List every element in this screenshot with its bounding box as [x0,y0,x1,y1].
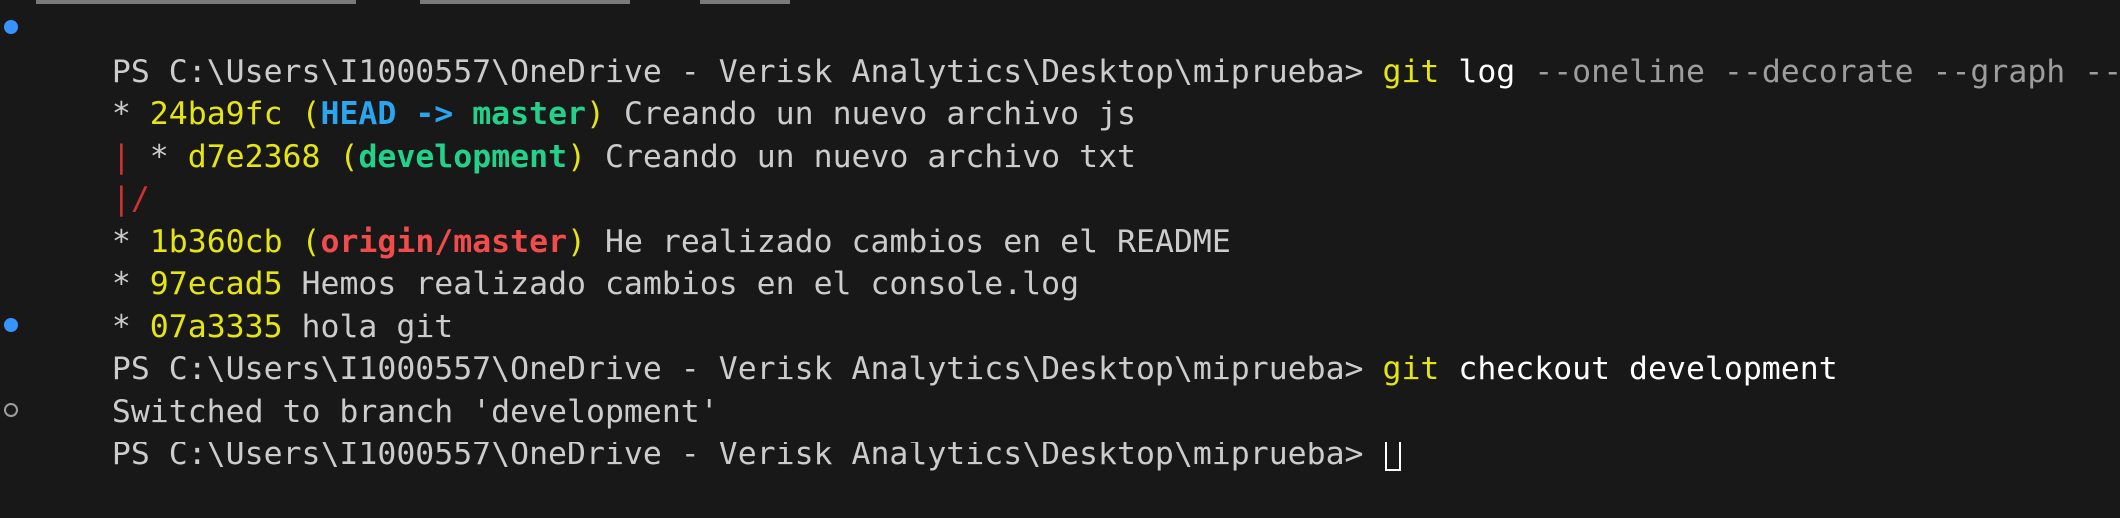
command-line-git-checkout: PS C:\Users\I1000557\OneDrive - Verisk A… [0,306,2120,387]
graph-merge-line: |/ [0,136,2120,217]
command-pending-decoration-icon[interactable] [4,402,18,417]
terminal-output[interactable]: PS C:\Users\I1000557\OneDrive - Verisk A… [0,8,2120,472]
log-entry: * 97ecad5 Hemos realizado cambios en el … [0,221,2120,302]
command-success-decoration-icon[interactable] [4,20,18,35]
terminal-bottom-edge [0,430,2120,442]
log-entry: * 1b360cb (origin/master) He realizado c… [111,223,1231,260]
log-entry: * 24ba9fc (HEAD -> master) Creando un nu… [111,96,1136,132]
log-entry: * 07a3335 hola git [0,263,2120,345]
command-output: Switched to branch 'development' [0,348,2120,430]
log-entry: | * d7e2368 (development) Creando un nue… [111,138,1137,175]
command-success-decoration-icon[interactable] [4,317,18,332]
current-prompt-line[interactable]: PS C:\Users\I1000557\OneDrive - Verisk A… [0,391,2120,472]
command-line-git-log: PS C:\Users\I1000557\OneDrive - Verisk A… [0,8,2120,90]
previous-line-clipped [0,0,2120,6]
